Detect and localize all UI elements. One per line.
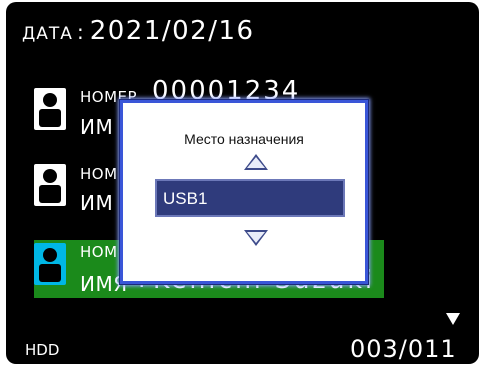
name-label: ИМ <box>80 191 114 215</box>
triangle-down-icon[interactable] <box>244 230 268 246</box>
date-label: ДАТА <box>22 24 73 44</box>
dialog-title: Место назначения <box>184 131 304 147</box>
destination-value: USB1 <box>163 189 208 208</box>
number-label: НОМ <box>80 243 118 261</box>
name-label: ИМ <box>80 115 114 139</box>
person-icon <box>34 243 66 285</box>
destination-dialog: Место назначения USB1 <box>120 100 368 284</box>
destination-select[interactable]: USB1 <box>155 179 345 217</box>
date-row: ДАТА : 2021/02/16 <box>22 16 255 46</box>
device-screen: ДАТА : 2021/02/16 НОМЕР 00001234 ИМ НОМ … <box>6 2 479 364</box>
page-counter: 003/011 <box>350 335 457 363</box>
date-value: 2021/02/16 <box>89 16 255 46</box>
triangle-up-icon[interactable] <box>244 154 268 170</box>
number-label: НОМ <box>80 165 118 183</box>
date-colon: : <box>76 20 84 44</box>
storage-label: HDD <box>25 341 60 359</box>
person-icon <box>34 88 66 130</box>
person-icon <box>34 164 66 206</box>
page-down-icon <box>446 313 460 325</box>
